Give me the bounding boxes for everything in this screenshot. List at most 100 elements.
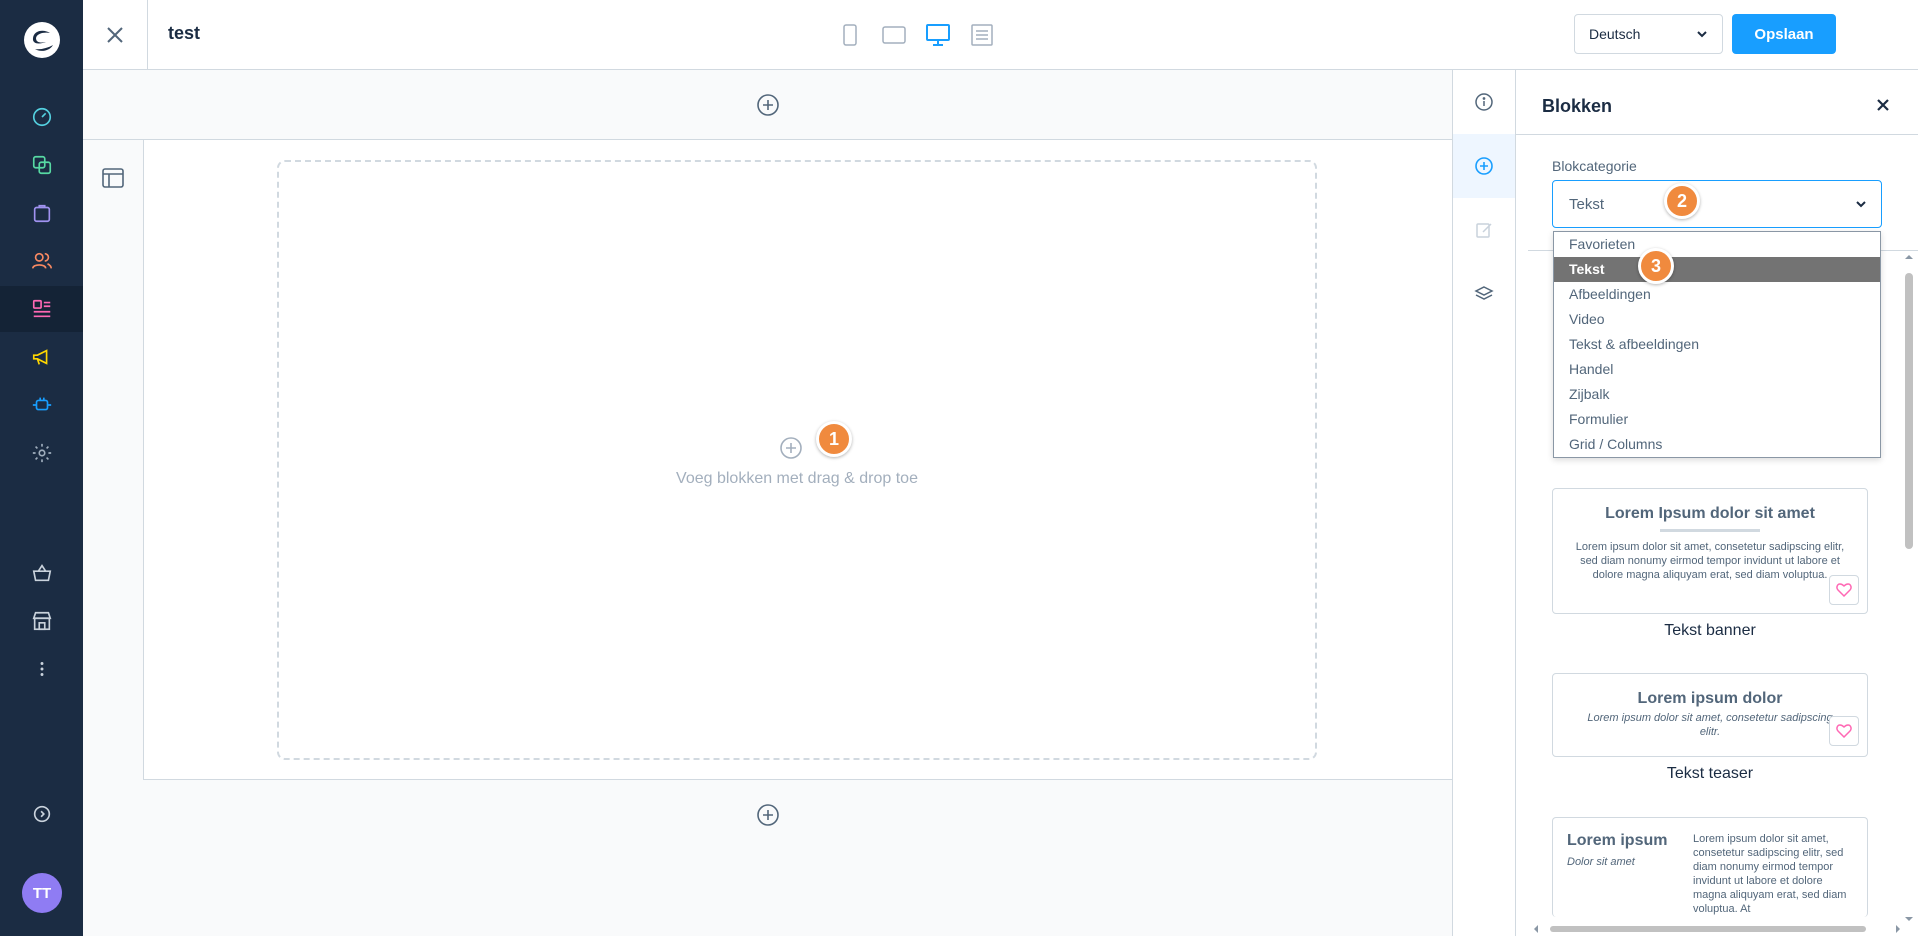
block-dropzone[interactable]: Voeg blokken met drag & drop toe: [277, 160, 1317, 760]
page-title: test: [168, 23, 201, 43]
close-icon: [107, 27, 123, 43]
customers-icon: [31, 252, 52, 269]
nav-sales-channel[interactable]: [0, 550, 83, 596]
scrollbar-thumb[interactable]: [1905, 273, 1913, 549]
section: Voeg blokken met drag & drop toe: [83, 140, 1452, 780]
list-view-button[interactable]: [967, 20, 997, 50]
block-preview-left: Lorem ipsum Dolor sit amet: [1567, 832, 1677, 868]
close-editor-button[interactable]: [83, 0, 148, 70]
category-label: Blokcategorie: [1552, 158, 1637, 174]
option-formulier[interactable]: Formulier: [1554, 407, 1880, 432]
tablet-icon: [882, 26, 906, 44]
block-preview-text: Lorem ipsum dolor sit amet, consetetur s…: [1587, 712, 1833, 738]
nav-settings[interactable]: [0, 430, 83, 476]
vertical-scrollbar[interactable]: [1902, 251, 1916, 925]
scrollbar-thumb[interactable]: [1550, 926, 1866, 932]
desktop-icon: [926, 24, 950, 46]
category-value: Tekst: [1569, 196, 1605, 213]
block-preview-subtitle: Dolor sit amet: [1567, 856, 1635, 868]
layers-icon: [1474, 286, 1494, 300]
add-section-bottom-icon[interactable]: [756, 803, 780, 827]
edit-icon: [1476, 223, 1492, 238]
extensions-icon: [32, 397, 51, 411]
option-zijbalk[interactable]: Zijbalk: [1554, 382, 1880, 407]
section-settings-button[interactable]: [101, 166, 125, 195]
block-preview-text: Lorem ipsum dolor sit amet, consetetur s…: [1693, 833, 1847, 915]
blocks-panel: Blokken Blokcategorie Tekst Favorieten T…: [1516, 70, 1918, 936]
tab-blocks[interactable]: [1453, 134, 1515, 198]
nav-catalog[interactable]: [0, 142, 83, 188]
save-button[interactable]: Opslaan: [1732, 14, 1836, 54]
settings-icon: [32, 443, 51, 463]
nav-content[interactable]: [0, 286, 83, 332]
layout-icon: [102, 168, 124, 188]
nav-orders[interactable]: [0, 190, 83, 236]
category-options: Favorieten Tekst Afbeeldingen Video Teks…: [1553, 231, 1881, 458]
option-tekst[interactable]: Tekst: [1554, 257, 1880, 282]
nav-dashboard[interactable]: [0, 94, 83, 140]
chevron-down-icon: [1697, 31, 1707, 38]
nav-expand[interactable]: [0, 791, 83, 837]
scroll-up-arrow-icon[interactable]: [1905, 253, 1913, 261]
block-card-text-banner[interactable]: Lorem Ipsum dolor sit amet Lorem ipsum d…: [1552, 488, 1868, 614]
heart-icon: [1836, 724, 1852, 738]
close-panel-icon[interactable]: [1876, 98, 1890, 112]
scroll-right-arrow-icon[interactable]: [1894, 925, 1902, 933]
nav-customers[interactable]: [0, 238, 83, 284]
panel-title: Blokken: [1542, 96, 1613, 116]
block-preview-text: Lorem ipsum dolor sit amet, consetetur s…: [1575, 541, 1845, 581]
horizontal-scrollbar[interactable]: [1528, 922, 1906, 936]
option-favorieten[interactable]: Favorieten: [1554, 232, 1880, 257]
add-section-top-icon[interactable]: [756, 93, 780, 117]
callout-badge-3: 3: [1638, 248, 1674, 284]
language-value: Deutsch: [1589, 26, 1641, 42]
orders-icon: [33, 204, 50, 223]
block-preview-title: Lorem ipsum dolor: [1637, 690, 1783, 707]
nav-storefront[interactable]: [0, 598, 83, 644]
option-afbeeldingen[interactable]: Afbeeldingen: [1554, 282, 1880, 307]
user-avatar[interactable]: TT: [22, 873, 62, 913]
add-block-icon[interactable]: [779, 436, 803, 460]
option-tekst-afbeeldingen[interactable]: Tekst & afbeeldingen: [1554, 332, 1880, 357]
option-video[interactable]: Video: [1554, 307, 1880, 332]
scroll-down-arrow-icon[interactable]: [1905, 915, 1913, 923]
add-section-top: [83, 70, 1452, 140]
add-section-bottom: [83, 780, 1452, 850]
category-select[interactable]: Tekst: [1552, 180, 1882, 228]
nav-extensions[interactable]: [0, 382, 83, 428]
tab-layers[interactable]: [1453, 262, 1515, 326]
mobile-view-button[interactable]: [835, 20, 865, 50]
storefront-icon: [32, 611, 51, 631]
title-underline: [1660, 529, 1760, 532]
tab-edit[interactable]: [1453, 198, 1515, 262]
expand-icon: [33, 805, 50, 823]
desktop-view-button[interactable]: [923, 20, 953, 50]
chevron-down-icon: [1856, 201, 1866, 208]
sidebar-tabs: [1452, 70, 1516, 936]
nav-more[interactable]: [0, 646, 83, 692]
device-switcher: [835, 20, 997, 50]
block-caption: Tekst banner: [1664, 622, 1756, 639]
nav-marketing[interactable]: [0, 334, 83, 380]
language-select[interactable]: Deutsch: [1574, 14, 1723, 54]
dropzone-hint: Voeg blokken met drag & drop toe: [676, 470, 918, 487]
favorite-button[interactable]: [1829, 716, 1859, 746]
block-preview-title: Lorem Ipsum dolor sit amet: [1605, 505, 1815, 522]
section-settings-bar: [83, 140, 144, 780]
mobile-icon: [843, 24, 857, 46]
favorite-button[interactable]: [1829, 575, 1859, 605]
option-grid-columns[interactable]: Grid / Columns: [1554, 432, 1880, 457]
block-card-text-teaser[interactable]: Lorem ipsum dolor Lorem ipsum dolor sit …: [1552, 673, 1868, 757]
divider: [1516, 134, 1918, 135]
tablet-view-button[interactable]: [879, 20, 909, 50]
block-preview-title: Lorem ipsum: [1567, 832, 1668, 849]
shopware-logo[interactable]: [22, 20, 62, 60]
block-card-text-columns[interactable]: Lorem ipsum Dolor sit amet Lorem ipsum d…: [1552, 817, 1868, 917]
scroll-left-arrow-icon[interactable]: [1532, 925, 1540, 933]
list-view-icon: [971, 24, 993, 46]
option-handel[interactable]: Handel: [1554, 357, 1880, 382]
more-icon: [40, 662, 43, 676]
tab-info[interactable]: [1453, 70, 1515, 134]
content-icon: [32, 299, 50, 318]
sales-channel-icon: [32, 564, 51, 582]
